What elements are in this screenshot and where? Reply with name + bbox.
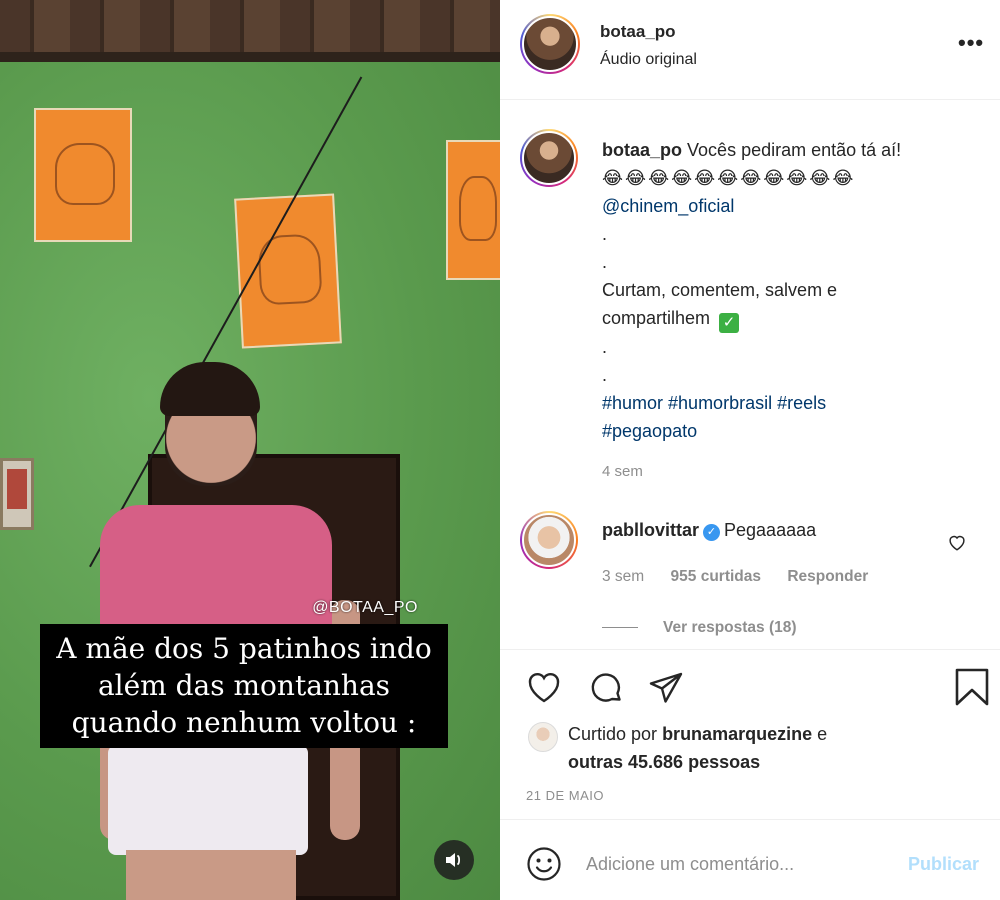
verified-badge-icon: ✓ (703, 524, 721, 541)
caption-cta-line: compartilhem (602, 308, 711, 328)
commenter-avatar[interactable] (520, 511, 578, 569)
video-person (126, 850, 296, 900)
caption-username[interactable]: botaa_po (602, 140, 682, 160)
caption-cta-line: Curtam, comentem, salvem e (602, 280, 838, 300)
video-roof (0, 0, 500, 62)
check-mark-icon: ✓ (719, 313, 740, 333)
more-options-button[interactable]: ••• (958, 30, 988, 57)
comment-likes-count[interactable]: 955 curtidas (671, 568, 761, 585)
video-poster (34, 108, 132, 242)
post-date[interactable]: 21 DE MAIO (526, 788, 604, 803)
video-picture-frame (0, 458, 34, 530)
caption-emojis: 😂😂😂😂😂😂😂😂😂😂😂 (602, 168, 856, 188)
video-poster (234, 193, 342, 349)
video-caption-line: além das montanhas (97, 669, 391, 702)
author-avatar[interactable] (520, 14, 580, 74)
speaker-icon (446, 853, 461, 867)
caption-hashtags[interactable]: #pegaopato (602, 417, 972, 445)
video-caption-line: A mãe dos 5 patinhos indo (56, 632, 432, 665)
publish-button[interactable]: Publicar (908, 854, 979, 875)
liker-avatar[interactable] (528, 722, 558, 752)
more-horizontal-icon: ••• (958, 30, 985, 55)
liked-by-prefix: Curtido por (568, 724, 658, 744)
liked-by-username[interactable]: brunamarquezine (662, 724, 812, 744)
video-poster (446, 140, 500, 280)
add-comment-bar: Publicar (500, 819, 1000, 900)
caption-dot: . (602, 224, 608, 244)
video-caption: A mãe dos 5 patinhos indo além das monta… (40, 624, 448, 748)
view-replies-button[interactable]: Ver respostas (18) (602, 619, 797, 637)
comment-meta: 3 sem 955 curtidas Responder (602, 568, 890, 586)
sound-toggle-button[interactable] (434, 840, 474, 880)
liked-by-others[interactable]: outras 45.686 pessoas (568, 752, 760, 772)
caption-timestamp[interactable]: 4 sem (602, 463, 643, 480)
post-caption: botaa_po Vocês pediram então tá aí! 😂😂😂😂… (602, 136, 972, 445)
comment-input[interactable] (586, 848, 886, 880)
share-paper-plane-icon[interactable] (646, 668, 686, 708)
comment-reply-button[interactable]: Responder (787, 568, 868, 585)
post-header: botaa_po Áudio original ••• (500, 0, 1000, 100)
comment-timestamp[interactable]: 3 sem (602, 568, 644, 585)
post-side-panel: botaa_po Áudio original ••• botaa_po Voc… (500, 0, 1000, 900)
video-person (108, 745, 308, 855)
comment-bubble-icon[interactable] (586, 668, 626, 708)
caption-dot: . (602, 252, 608, 272)
liked-by-summary: Curtido por brunamarquezine e outras 45.… (568, 720, 827, 776)
liked-by-suffix: e (817, 724, 828, 744)
comment-like-heart-icon[interactable] (946, 531, 968, 553)
commenter-username[interactable]: pabllovittar (602, 520, 699, 540)
caption-hashtags[interactable]: #humor #humorbrasil #reels (602, 389, 972, 417)
caption-author-avatar[interactable] (520, 129, 578, 187)
like-heart-icon[interactable] (524, 668, 564, 708)
caption-first-line: Vocês pediram então tá aí! (687, 140, 902, 160)
comment-body: Pegaaaaaa (724, 520, 817, 540)
comments-section: botaa_po Vocês pediram então tá aí! 😂😂😂😂… (500, 101, 1000, 649)
caption-dot: . (602, 337, 608, 357)
author-username[interactable]: botaa_po (600, 22, 676, 42)
post-actions: Curtido por brunamarquezine e outras 45.… (500, 649, 1000, 819)
save-bookmark-icon[interactable] (952, 668, 992, 708)
comment-text: pabllovittar ✓ Pegaaaaaa (602, 520, 816, 541)
video-caption-line: quando nenhum voltou : (71, 706, 417, 739)
reel-video[interactable]: @BOTAA_PO A mãe dos 5 patinhos indo além… (0, 0, 500, 900)
original-audio-link[interactable]: Áudio original (600, 51, 697, 69)
emoji-smile-icon[interactable] (526, 846, 562, 882)
caption-mention-link[interactable]: @chinem_oficial (602, 192, 972, 220)
caption-dot: . (602, 365, 608, 385)
video-watermark: @BOTAA_PO (312, 599, 418, 616)
